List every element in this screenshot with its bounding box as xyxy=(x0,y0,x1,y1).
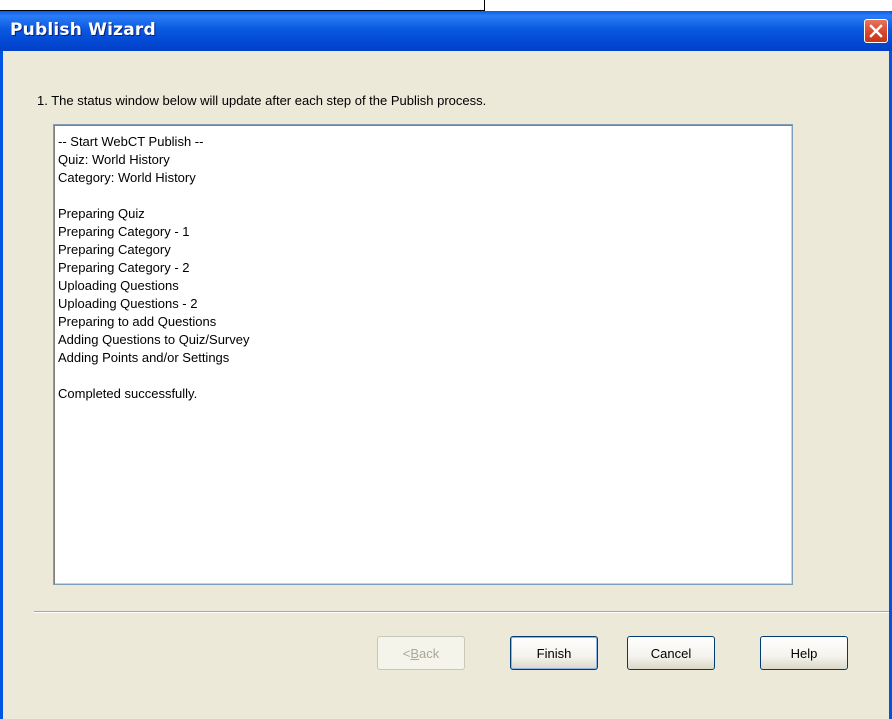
status-line: -- Start WebCT Publish -- xyxy=(58,134,204,149)
status-line: Preparing Category xyxy=(58,242,171,257)
status-line: Uploading Questions xyxy=(58,278,179,293)
title-bar[interactable]: Publish Wizard xyxy=(0,11,892,51)
status-line: Preparing Quiz xyxy=(58,206,145,221)
status-line xyxy=(58,187,792,205)
status-line xyxy=(58,367,792,385)
back-button-prefix: < xyxy=(402,645,411,661)
status-line: Completed successfully. xyxy=(58,386,198,401)
back-button-mnemonic: B xyxy=(410,645,420,661)
back-button-suffix: ack xyxy=(419,645,440,661)
instruction-text: 1. The status window below will update a… xyxy=(37,93,487,108)
status-line: Preparing Category - 1 xyxy=(58,224,190,239)
status-line: Preparing to add Questions xyxy=(58,314,217,329)
window-title: Publish Wizard xyxy=(10,20,156,40)
top-border-tick xyxy=(484,0,485,11)
status-log: -- Start WebCT Publish -- Quiz: World Hi… xyxy=(54,125,792,403)
close-icon xyxy=(869,24,883,38)
back-button[interactable]: < Back xyxy=(377,636,465,670)
cancel-button[interactable]: Cancel xyxy=(627,636,715,670)
status-line: Category: World History xyxy=(58,170,196,185)
status-line: Adding Questions to Quiz/Survey xyxy=(58,332,250,347)
button-separator xyxy=(34,611,889,613)
status-line: Adding Points and/or Settings xyxy=(58,350,230,365)
status-line: Uploading Questions - 2 xyxy=(58,296,198,311)
status-window[interactable]: -- Start WebCT Publish -- Quiz: World Hi… xyxy=(53,124,793,585)
help-button[interactable]: Help xyxy=(760,636,848,670)
status-line: Quiz: World History xyxy=(58,152,170,167)
finish-button[interactable]: Finish xyxy=(510,636,598,670)
close-button[interactable] xyxy=(864,19,888,43)
publish-wizard-dialog: Publish Wizard 1. The status window belo… xyxy=(0,11,892,719)
status-line: Preparing Category - 2 xyxy=(58,260,190,275)
